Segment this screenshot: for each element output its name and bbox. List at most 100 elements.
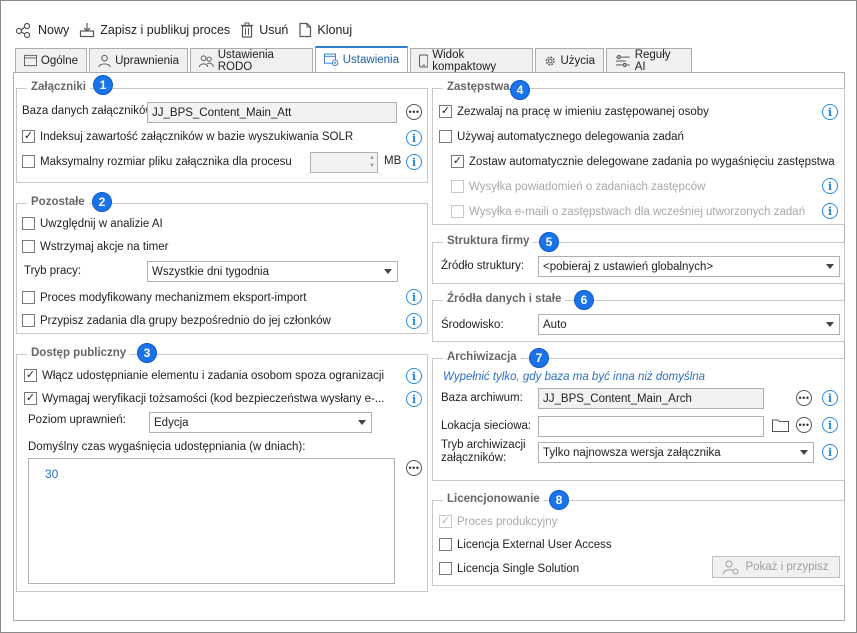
info-icon[interactable]: i	[406, 154, 422, 170]
assign-group-label: Przypisz zadania dla grupy bezpośrednio …	[40, 314, 331, 327]
tab-permissions[interactable]: Uprawnienia	[89, 48, 188, 72]
enable-sharing-checkbox[interactable]: ✓	[24, 369, 37, 382]
save-publish-button[interactable]: Zapisz i publikuj proces	[79, 22, 230, 38]
spinner-arrows-icon[interactable]: ▲ ▼	[369, 154, 375, 170]
verify-identity-checkbox[interactable]: ✓	[24, 392, 37, 405]
index-solr-checkbox-row[interactable]: ✓ Indeksuj zawartość załączników w bazie…	[22, 130, 353, 143]
info-icon[interactable]: i	[406, 313, 422, 329]
attachments-title: Załączniki	[27, 81, 90, 93]
keep-delegated-checkbox-row[interactable]: ✓ Zostaw automatycznie delegowane zadani…	[451, 155, 835, 168]
keep-delegated-checkbox[interactable]: ✓	[451, 155, 464, 168]
settings-panel: Załączniki 1 Baza danych załączników: JJ…	[13, 72, 845, 621]
network-location-input[interactable]	[538, 416, 764, 437]
show-assign-button[interactable]: Pokaż i przypisz	[712, 556, 840, 578]
tab-compact-view[interactable]: Widok kompaktowy	[410, 48, 533, 73]
timer-label: Wstrzymaj akcje na timer	[40, 240, 169, 253]
info-icon[interactable]: i	[406, 130, 422, 146]
info-icon[interactable]: i	[822, 390, 838, 406]
verify-identity-checkbox-row[interactable]: ✓ Wymagaj weryfikacji tożsamości (kod be…	[24, 392, 384, 405]
tab-usages[interactable]: Użycia	[535, 48, 604, 72]
ai-analysis-checkbox[interactable]	[22, 217, 35, 230]
external-license-checkbox[interactable]	[439, 538, 452, 551]
attachments-db-input[interactable]: JJ_BPS_Content_Main_Att	[147, 102, 397, 123]
assign-group-checkbox-row[interactable]: Przypisz zadania dla grupy bezpośrednio …	[22, 314, 331, 327]
ai-analysis-checkbox-row[interactable]: Uwzględnij w analizie AI	[22, 217, 163, 230]
timer-checkbox-row[interactable]: Wstrzymaj akcje na timer	[22, 240, 168, 253]
clone-button[interactable]: Klonuj	[298, 22, 352, 38]
more-options-icon[interactable]: •••	[796, 417, 812, 433]
archive-db-input[interactable]: JJ_BPS_Content_Main_Arch	[538, 388, 764, 409]
info-icon[interactable]: i	[822, 178, 838, 194]
single-solution-checkbox[interactable]	[439, 562, 452, 575]
delete-button[interactable]: Usuń	[240, 22, 288, 38]
info-icon[interactable]: i	[406, 391, 422, 407]
tab-ai-rules[interactable]: Reguły AI	[606, 48, 692, 73]
index-solr-checkbox[interactable]: ✓	[22, 130, 35, 143]
more-options-icon[interactable]: •••	[796, 390, 812, 406]
environment-select[interactable]: Auto	[538, 314, 840, 335]
user-settings-icon	[723, 560, 739, 574]
enable-sharing-checkbox-row[interactable]: ✓ Włącz udostępnianie elementu i zadania…	[24, 369, 384, 382]
save-publish-label: Zapisz i publikuj proces	[100, 23, 231, 37]
max-size-input[interactable]: ▲ ▼	[310, 152, 378, 173]
toolbar: Nowy Zapisz i publikuj proces Usuń Klonu…	[15, 19, 352, 41]
tab-general-label: Ogólne	[40, 54, 78, 67]
window-icon	[24, 54, 37, 67]
attachments-db-label: Baza danych załączników:	[22, 105, 157, 117]
archiving-note: Wypełnić tylko, gdy baza ma być inna niż…	[443, 371, 706, 383]
archive-mode-value: Tylko najnowsza wersja załącznika	[543, 446, 721, 459]
expiry-days-input[interactable]: 30	[28, 458, 395, 584]
auto-delegate-label: Używaj automatycznego delegowania zadań	[457, 130, 684, 143]
info-icon[interactable]: i	[822, 104, 838, 120]
tab-permissions-label: Uprawnienia	[115, 54, 179, 67]
max-size-checkbox[interactable]	[22, 155, 35, 168]
archive-mode-label-line2: załączników:	[441, 452, 507, 464]
tab-rodo-settings[interactable]: Ustawienia RODO	[190, 48, 313, 73]
folder-icon[interactable]	[772, 418, 789, 432]
modified-checkbox-row[interactable]: Proces modyfikowany mechanizmem eksport-…	[22, 291, 307, 304]
chevron-down-icon	[826, 322, 834, 327]
licensing-title: Licencjonowanie	[443, 493, 544, 505]
production-process-label: Proces produkcyjny	[457, 515, 558, 528]
rules-icon	[615, 54, 630, 67]
structure-source-select[interactable]: <pobieraj z ustawień globalnych>	[538, 256, 840, 277]
tab-usages-label: Użycia	[560, 54, 595, 67]
notify-substitutes-label: Wysyłka powiadomień o zadaniach zastępcó…	[469, 180, 706, 193]
other-section: Pozostałe 2 Uwzględnij w analizie AI Wst…	[16, 192, 428, 334]
permission-level-select[interactable]: Edycja	[149, 412, 372, 433]
archive-mode-label-line1: Tryb archiwizacji	[441, 439, 526, 451]
tab-general[interactable]: Ogólne	[15, 48, 87, 72]
external-license-checkbox-row[interactable]: Licencja External User Access	[439, 538, 612, 551]
email-substitutes-checkbox-row: Wysyłka e-maili o zastępstwach dla wcześ…	[451, 205, 805, 218]
new-process-icon	[15, 22, 31, 38]
new-button[interactable]: Nowy	[15, 22, 69, 38]
section-badge-5: 5	[539, 232, 559, 252]
more-options-icon[interactable]: •••	[406, 104, 422, 120]
auto-delegate-checkbox[interactable]	[439, 130, 452, 143]
info-icon[interactable]: i	[822, 203, 838, 219]
modified-checkbox[interactable]	[22, 291, 35, 304]
clone-label: Klonuj	[317, 23, 353, 37]
work-mode-select[interactable]: Wszystkie dni tygodnia	[147, 261, 398, 282]
more-options-icon[interactable]: •••	[406, 460, 422, 476]
ai-analysis-label: Uwzględnij w analizie AI	[40, 217, 163, 230]
info-icon[interactable]: i	[406, 368, 422, 384]
info-icon[interactable]: i	[406, 289, 422, 305]
settings-window-icon	[324, 53, 339, 66]
assign-group-checkbox[interactable]	[22, 314, 35, 327]
allow-substitute-checkbox-row[interactable]: ✓ Zezwalaj na pracę w imieniu zastępowan…	[439, 105, 709, 118]
enable-sharing-label: Włącz udostępnianie elementu i zadania o…	[42, 369, 385, 382]
structure-source-label: Źródło struktury:	[441, 260, 525, 272]
single-solution-checkbox-row[interactable]: Licencja Single Solution	[439, 562, 579, 575]
allow-substitute-checkbox[interactable]: ✓	[439, 105, 452, 118]
max-size-checkbox-row[interactable]: Maksymalny rozmiar pliku załącznika dla …	[22, 155, 292, 168]
info-icon[interactable]: i	[822, 417, 838, 433]
timer-checkbox[interactable]	[22, 240, 35, 253]
info-icon[interactable]: i	[822, 444, 838, 460]
tab-settings[interactable]: Ustawienia	[315, 46, 408, 72]
archive-mode-select[interactable]: Tylko najnowsza wersja załącznika	[538, 442, 814, 463]
auto-delegate-checkbox-row[interactable]: Używaj automatycznego delegowania zadań	[439, 130, 684, 143]
expiry-days-label: Domyślny czas wygaśnięcia udostępniania …	[28, 441, 306, 453]
attachments-section: Załączniki 1 Baza danych załączników: JJ…	[16, 75, 428, 183]
permission-level-value: Edycja	[154, 416, 189, 429]
